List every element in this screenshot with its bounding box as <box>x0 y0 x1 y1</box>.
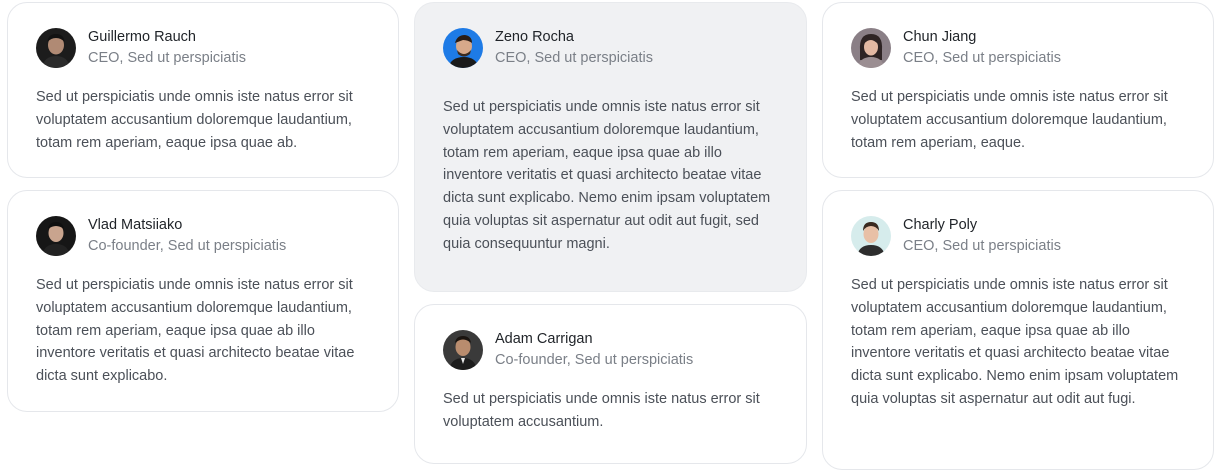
person-role: CEO, Sed ut perspiciatis <box>88 50 246 66</box>
testimonial-quote: Sed ut perspiciatis unde omnis iste natu… <box>36 89 353 151</box>
person-name: Vlad Matsiiako <box>88 217 183 233</box>
avatar <box>36 215 76 256</box>
testimonial-header: Charly Poly CEO, Sed ut perspiciatis <box>851 215 1179 256</box>
testimonial-card: Adam Carrigan Co-founder, Sed ut perspic… <box>414 304 807 464</box>
avatar <box>36 27 76 68</box>
person-role: CEO, Sed ut perspiciatis <box>903 238 1061 254</box>
person-role: Co-founder, Sed ut perspiciatis <box>495 352 694 368</box>
testimonial-header: Guillermo Rauch CEO, Sed ut perspiciatis <box>36 27 368 68</box>
person-name: Zeno Rocha <box>495 29 574 45</box>
testimonial-quote: Sed ut perspiciatis unde omnis iste natu… <box>851 89 1168 151</box>
person-role: Co-founder, Sed ut perspiciatis <box>88 238 287 254</box>
person-name: Adam Carrigan <box>495 331 593 347</box>
testimonial-card: Charly Poly CEO, Sed ut perspiciatis Sed… <box>822 190 1214 470</box>
testimonial-quote: Sed ut perspiciatis unde omnis iste natu… <box>443 391 760 430</box>
testimonial-header: Zeno Rocha CEO, Sed ut perspiciatis <box>443 27 776 68</box>
testimonial-header: Chun Jiang CEO, Sed ut perspiciatis <box>851 27 1183 68</box>
person-role: CEO, Sed ut perspiciatis <box>903 50 1061 66</box>
testimonial-header: Vlad Matsiiako Co-founder, Sed ut perspi… <box>36 215 368 256</box>
person-name: Chun Jiang <box>903 29 977 45</box>
testimonial-quote: Sed ut perspiciatis unde omnis iste natu… <box>443 99 771 252</box>
testimonial-card: Guillermo Rauch CEO, Sed ut perspiciatis… <box>7 2 399 178</box>
avatar <box>851 215 891 256</box>
testimonial-quote: Sed ut perspiciatis unde omnis iste natu… <box>36 277 355 385</box>
avatar <box>443 27 483 68</box>
person-name: Charly Poly <box>903 217 978 233</box>
testimonial-card-highlighted: Zeno Rocha CEO, Sed ut perspiciatis Sed … <box>414 2 807 292</box>
avatar <box>851 27 891 68</box>
testimonial-quote: Sed ut perspiciatis unde omnis iste natu… <box>851 277 1179 407</box>
testimonial-header: Adam Carrigan Co-founder, Sed ut perspic… <box>443 329 776 370</box>
avatar <box>443 329 483 370</box>
person-role: CEO, Sed ut perspiciatis <box>495 50 653 66</box>
testimonial-card: Vlad Matsiiako Co-founder, Sed ut perspi… <box>7 190 399 412</box>
person-name: Guillermo Rauch <box>88 29 196 45</box>
testimonial-card: Chun Jiang CEO, Sed ut perspiciatis Sed … <box>822 2 1214 178</box>
